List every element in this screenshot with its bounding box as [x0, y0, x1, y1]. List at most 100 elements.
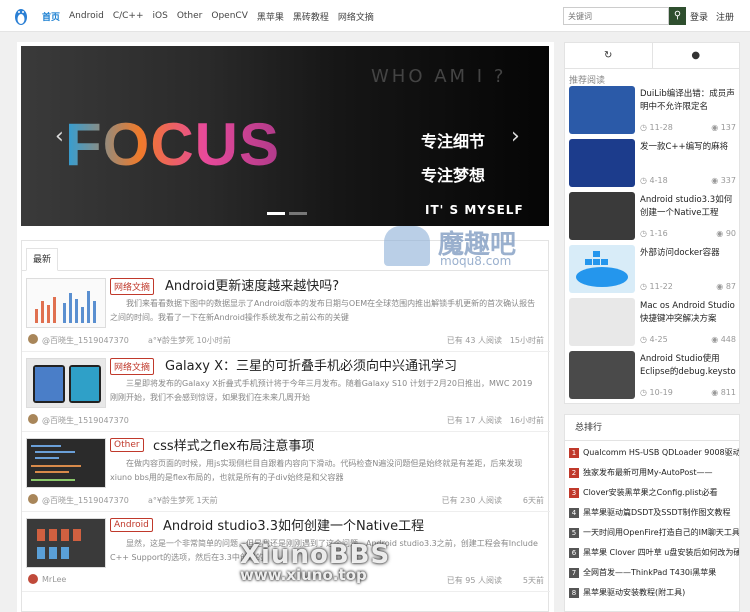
sidebar-thumbnail[interactable] [569, 139, 635, 187]
sidebar-item-date: 11-22 [649, 282, 673, 291]
avatar[interactable] [28, 494, 38, 504]
carousel-prev-icon[interactable]: ‹ [55, 124, 64, 149]
clock-icon: ◷ [640, 335, 647, 344]
ranking-item-title[interactable]: 黑苹果驱动安装教程(附工具) [583, 588, 685, 597]
sidebar-item-meta: ◷ 4-25 ◉ 448 [640, 335, 736, 344]
sidebar-item[interactable]: 外部访问docker容器 ◷ 11-22 ◉ 87 [569, 245, 737, 296]
post-author[interactable]: MrLee [42, 575, 66, 584]
sidebar-item-title[interactable]: Mac os Android Studio 快捷键冲突解决方案 [640, 300, 738, 326]
banner-who-text: WHO AM I ? [371, 66, 507, 87]
post-excerpt: 三星即将发布的Galaxy X折叠式手机预计将于今年三月发布。随着Galaxy … [110, 379, 533, 402]
nav-cpp[interactable]: C/C++ [113, 11, 144, 21]
banner-its-text: IT' S MYSELF [425, 203, 524, 217]
sidebar-item-date: 4-25 [649, 335, 668, 344]
post-title[interactable]: css样式之flex布局注意事项 [153, 435, 314, 454]
sidebar-item-title[interactable]: DuiLib编译出错：成员声明中不允许限定名 [640, 88, 738, 114]
xiuno-watermark: XiunoBBS www.xiuno.top [240, 540, 460, 600]
nav-hackintosh[interactable]: 黑苹果 [257, 10, 284, 23]
ranking-item[interactable]: 4 黑苹果驱动篇DSDT及SSDT制作图文教程 [569, 507, 739, 521]
tab-recommended[interactable]: ↻ [565, 43, 653, 68]
post-category-tag[interactable]: 网络文摘 [110, 358, 155, 375]
post-thumbnail[interactable] [26, 518, 106, 568]
sidebar-item-title[interactable]: Android studio3.3如何创建一个Native工程 [640, 194, 738, 220]
penguin-logo-icon[interactable] [12, 6, 30, 26]
sidebar-item[interactable]: 发一款C++编写的麻将 ◷ 4-18 ◉ 337 [569, 139, 737, 190]
post-item[interactable]: 网络文摘 Galaxy X：三星的可折叠手机必须向中兴通讯学习 三星即将发布的G… [22, 352, 550, 432]
sidebar-thumbnail[interactable] [569, 245, 635, 293]
nav-network-digest[interactable]: 网络文摘 [338, 10, 374, 23]
rank-number-4: 4 [569, 507, 579, 518]
sidebar-item-meta: ◷ 11-28 ◉ 137 [640, 123, 736, 132]
top-navbar: 首页 Android C/C++ iOS Other OpenCV 黑苹果 黑砖… [0, 0, 750, 32]
post-thumbnail[interactable] [26, 278, 106, 328]
tab-latest[interactable]: 最新 [26, 248, 58, 271]
avatar[interactable] [28, 414, 38, 424]
post-title[interactable]: Android studio3.3如何创建一个Native工程 [163, 515, 424, 534]
ranking-item[interactable]: 7 全网首发——ThinkPad T430i黑苹果 [569, 567, 739, 581]
post-author[interactable]: @百晓生_1519047370 [42, 335, 129, 346]
nav-brick-tutorial[interactable]: 黑砖教程 [293, 10, 329, 23]
sidebar-item[interactable]: DuiLib编译出错：成员声明中不允许限定名 ◷ 11-28 ◉ 137 [569, 86, 737, 137]
avatar[interactable] [28, 334, 38, 344]
ranking-item-title[interactable]: 黑苹果驱动篇DSDT及SSDT制作图文教程 [583, 508, 731, 517]
docker-whale-icon [576, 251, 628, 287]
post-title[interactable]: Android更新速度越来越快吗? [165, 275, 339, 294]
sidebar-item-title[interactable]: 发一款C++编写的麻将 [640, 141, 738, 154]
post-age: 16小时前 [509, 416, 544, 425]
ranking-item[interactable]: 3 Clover安装黑苹果之Config.plist必看 [569, 487, 739, 501]
tab-comments[interactable]: ● [653, 43, 740, 68]
carousel-next-icon[interactable]: › [511, 124, 520, 149]
ranking-item[interactable]: 1 Qualcomm HS-USB QDLoader 9008驱动程 [569, 447, 739, 461]
search-input[interactable] [563, 7, 669, 25]
search-icon: ⚲ [673, 10, 682, 21]
clock-icon: ◷ [640, 229, 647, 238]
nav-ios[interactable]: iOS [153, 11, 168, 21]
ranking-item-title[interactable]: Qualcomm HS-USB QDLoader 9008驱动程 [583, 448, 739, 457]
ranking-item-title[interactable]: 黑苹果 Clover 四叶草 u盘安装后如何改为硬 [583, 548, 739, 557]
post-thumbnail[interactable] [26, 358, 106, 408]
sidebar-item[interactable]: Mac os Android Studio 快捷键冲突解决方案 ◷ 4-25 ◉ … [569, 298, 737, 349]
clock-icon: ◷ [640, 388, 647, 397]
sidebar-item-title[interactable]: 外部访问docker容器 [640, 247, 738, 260]
ranking-item-title[interactable]: 独家发布最新可用My-AutoPost—— [583, 468, 713, 477]
nav-opencv[interactable]: OpenCV [211, 11, 247, 21]
nav-other[interactable]: Other [177, 11, 203, 21]
post-author[interactable]: @百晓生_1519047370 [42, 495, 129, 506]
carousel-dot-1[interactable] [267, 212, 285, 215]
ranking-item[interactable]: 5 一天时间用OpenFire打造自己的IM聊天工具 [569, 527, 739, 541]
post-thumbnail[interactable] [26, 438, 106, 488]
ranking-item[interactable]: 8 黑苹果驱动安装教程(附工具) [569, 587, 739, 601]
moqu-watermark: 魔趣吧 moqu8.com [384, 226, 554, 270]
ranking-item[interactable]: 2 独家发布最新可用My-AutoPost—— [569, 467, 739, 481]
sidebar-item[interactable]: Android studio3.3如何创建一个Native工程 ◷ 1-16 ◉ … [569, 192, 737, 243]
ranking-item-title[interactable]: 全网首发——ThinkPad T430i黑苹果 [583, 568, 716, 577]
post-views: 已有 17 人阅读 [446, 416, 502, 425]
post-category-tag[interactable]: Other [110, 438, 144, 452]
post-category-tag[interactable]: Android [110, 518, 153, 532]
search-button[interactable]: ⚲ [669, 7, 686, 25]
carousel-dot-2[interactable] [289, 212, 307, 215]
sidebar-thumbnail[interactable] [569, 351, 635, 399]
clock-icon: ◷ [640, 176, 647, 185]
post-age: 6天前 [522, 496, 544, 505]
sidebar-thumbnail[interactable] [569, 192, 635, 240]
sidebar-item-title[interactable]: Android Studio使用Eclipse的debug.keysto [640, 353, 738, 379]
post-author[interactable]: @百晓生_1519047370 [42, 415, 129, 426]
register-link[interactable]: 注册 [716, 10, 734, 23]
ranking-item[interactable]: 6 黑苹果 Clover 四叶草 u盘安装后如何改为硬 [569, 547, 739, 561]
login-link[interactable]: 登录 [690, 10, 708, 23]
sidebar-item[interactable]: Android Studio使用Eclipse的debug.keysto ◷ 1… [569, 351, 737, 402]
focus-banner-carousel[interactable]: WHO AM I ? FOCUS 专注细节 专注梦想 IT' S MYSELF … [21, 46, 549, 226]
ranking-item-title[interactable]: Clover安装黑苹果之Config.plist必看 [583, 488, 718, 497]
post-category-tag[interactable]: 网络文摘 [110, 278, 155, 295]
avatar[interactable] [28, 574, 38, 584]
nav-home[interactable]: 首页 [42, 10, 60, 23]
post-title[interactable]: Galaxy X：三星的可折叠手机必须向中兴通讯学习 [165, 355, 457, 374]
nav-android[interactable]: Android [69, 11, 104, 21]
ranking-item-title[interactable]: 一天时间用OpenFire打造自己的IM聊天工具 [583, 528, 739, 537]
sidebar-thumbnail[interactable] [569, 86, 635, 134]
sidebar-thumbnail[interactable] [569, 298, 635, 346]
post-item[interactable]: Other css样式之flex布局注意事项 在做内容页面的时候，用js实现侧栏… [22, 432, 550, 512]
post-item[interactable]: 网络文摘 Android更新速度越来越快吗? 我们来看看数据下图中的数据显示了A… [22, 272, 550, 352]
post-age: 5天前 [522, 576, 544, 585]
